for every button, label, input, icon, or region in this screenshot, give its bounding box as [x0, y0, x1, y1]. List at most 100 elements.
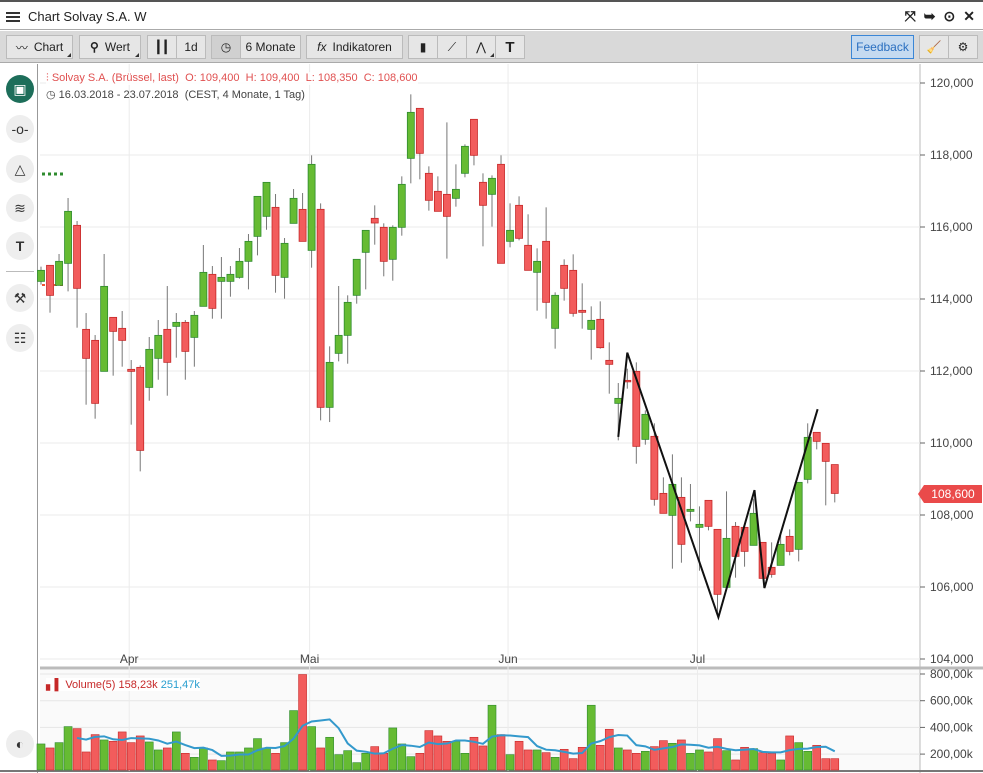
volume-bar: [45, 747, 55, 771]
volume-bar: [181, 752, 190, 771]
x-tick-label: Jun: [498, 652, 517, 666]
volume-tick-label: 800,00k: [930, 667, 974, 681]
volume-bar: [244, 747, 253, 771]
volume-bar: [460, 752, 470, 771]
volume-bar: [613, 747, 623, 771]
candle-body: [208, 273, 217, 309]
volume-bar: [704, 751, 713, 771]
y-tick-label: 108,000: [930, 508, 974, 522]
candle-body: [776, 543, 785, 566]
candle-body: [415, 107, 424, 154]
candle-body: [127, 368, 136, 372]
volume-bar: [253, 738, 262, 771]
candle-body: [244, 240, 253, 262]
volume-bar: [307, 726, 316, 771]
volume-tick-label: 200,00k: [930, 747, 974, 761]
candle-body: [641, 413, 650, 440]
candle-body: [253, 195, 262, 237]
candle-body: [181, 321, 190, 352]
volume-tick-label: 600,00k: [930, 694, 974, 708]
volume-bar: [117, 731, 127, 771]
volume-bar: [622, 749, 632, 771]
candle-body: [271, 206, 280, 276]
volume-bar: [604, 728, 614, 771]
volume-bar: [54, 742, 64, 771]
candle-body: [397, 183, 406, 228]
candle-body: [46, 264, 54, 296]
volume-bar: [830, 758, 840, 771]
volume-bar: [370, 746, 380, 771]
candle-body: [262, 181, 271, 217]
candle-body: [91, 339, 100, 404]
volume-bar: [595, 744, 605, 771]
price-chart[interactable]: 120,000 118,000 116,000 114,000 112,000 110,0…: [0, 2, 983, 773]
volume-bar: [135, 735, 145, 771]
candle-body: [596, 318, 605, 349]
volume-bar: [514, 740, 524, 771]
y-tick-label: 120,000: [930, 76, 974, 90]
candle-body: [488, 177, 496, 195]
candle[interactable]: [641, 410, 650, 445]
bar-chart-icon: ▖▌: [46, 679, 63, 691]
candle[interactable]: [704, 499, 713, 531]
candle-body: [37, 269, 45, 282]
volume-bar: [316, 747, 325, 771]
candle-body: [686, 508, 695, 512]
candle-body: [424, 172, 433, 201]
volume-bar: [686, 752, 695, 771]
volume-bar: [776, 759, 785, 771]
volume-bar: [90, 734, 100, 771]
candle[interactable]: [461, 144, 469, 178]
volume-bar: [325, 736, 334, 771]
candle-body: [587, 319, 596, 330]
candle-body: [461, 145, 469, 174]
candle-body: [190, 314, 199, 338]
candle-body: [163, 328, 172, 363]
volume-bar: [812, 744, 822, 771]
candle-body: [506, 229, 514, 242]
volume-bar: [81, 751, 91, 771]
volume-bar: [379, 752, 389, 771]
candle[interactable]: [316, 203, 325, 421]
candle-body: [64, 210, 72, 264]
y-tick-label: 110,000: [930, 436, 973, 450]
y-tick-label: 112,000: [930, 364, 973, 378]
volume-bar: [632, 752, 641, 771]
volume-bar: [415, 752, 425, 771]
volume-bar: [217, 760, 226, 771]
candle-body: [226, 273, 235, 282]
volume-bar: [208, 759, 217, 771]
volume-bar: [478, 745, 488, 771]
volume-bar: [442, 740, 452, 771]
volume-bar: [451, 740, 461, 771]
volume-bar: [532, 749, 542, 771]
candle-body: [533, 260, 541, 273]
volume-bar: [433, 735, 443, 771]
candle-body: [830, 464, 839, 494]
indicator-icon: ⫶: [46, 72, 49, 84]
candle-body: [632, 370, 641, 447]
candle-body: [812, 431, 821, 442]
volume-bar: [749, 748, 758, 771]
candle-body: [650, 435, 659, 500]
y-tick-label: 106,000: [930, 580, 974, 594]
clock-icon: ◷: [46, 89, 56, 101]
candle[interactable]: [497, 155, 505, 264]
volume-bar: [794, 742, 803, 771]
candle[interactable]: [397, 176, 406, 236]
candle[interactable]: [794, 481, 803, 562]
volume-bar: [641, 750, 650, 771]
y-tick-label: 116,000: [930, 220, 973, 234]
volume-bar: [586, 704, 596, 771]
volume-bar: [505, 754, 515, 771]
candle-body: [542, 240, 551, 303]
last-price-badge: 108,600: [918, 485, 982, 503]
volume-bar: [731, 759, 740, 771]
candle-body: [704, 499, 713, 527]
candle-body: [118, 327, 127, 341]
candle-body: [470, 118, 478, 156]
volume-bar: [162, 747, 172, 771]
candle-body: [695, 523, 704, 528]
candle-body: [154, 334, 163, 359]
volume-bar: [523, 749, 533, 771]
